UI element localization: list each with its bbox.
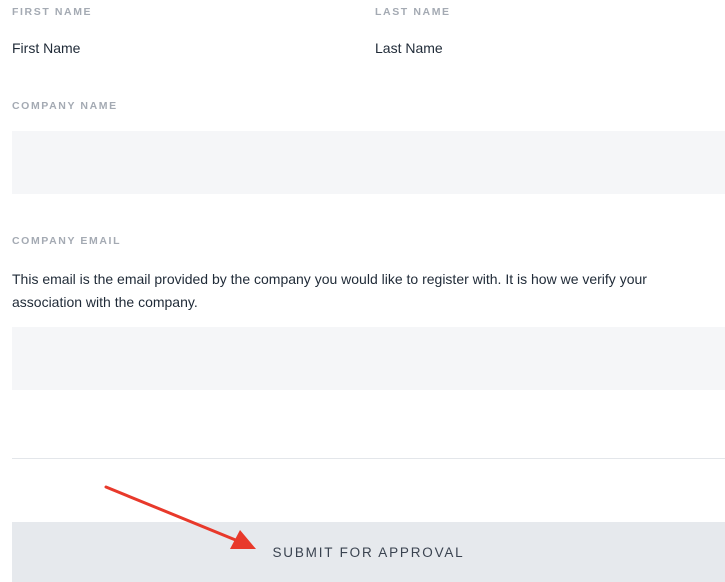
company-email-label: COMPANY EMAIL <box>12 235 122 247</box>
company-email-help-text: This email is the email provided by the … <box>12 271 647 310</box>
company-name-label: COMPANY NAME <box>12 100 118 112</box>
last-name-field[interactable]: Last Name <box>375 40 443 56</box>
first-name-field[interactable]: First Name <box>12 40 80 56</box>
submit-button-label: SUBMIT FOR APPROVAL <box>272 544 465 560</box>
last-name-label: LAST NAME <box>375 6 451 18</box>
first-name-label: FIRST NAME <box>12 6 93 18</box>
company-name-input[interactable] <box>12 131 725 194</box>
divider <box>12 458 725 459</box>
submit-for-approval-button[interactable]: SUBMIT FOR APPROVAL <box>12 522 725 582</box>
company-email-input[interactable] <box>12 327 725 390</box>
registration-form: FIRST NAME First Name LAST NAME Last Nam… <box>0 0 725 582</box>
